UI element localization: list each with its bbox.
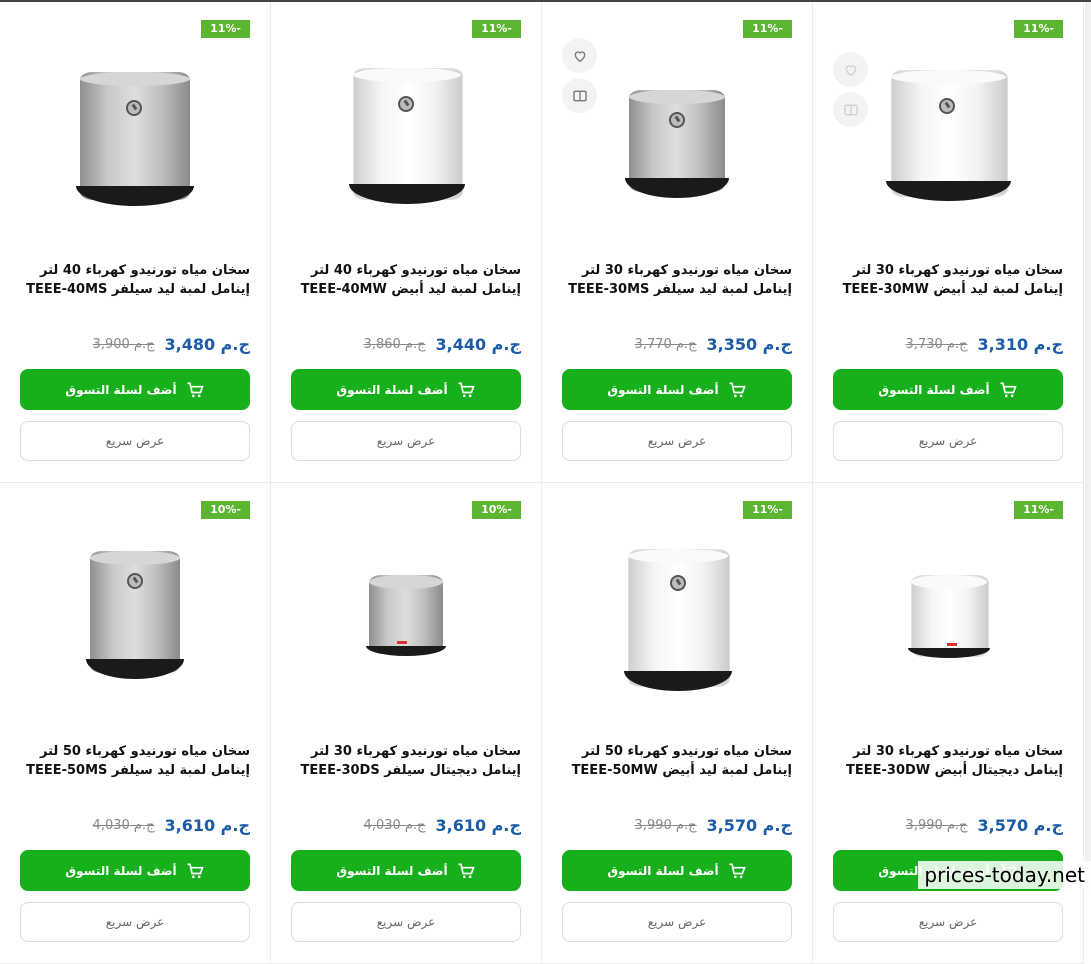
price-row: ج.م 3,570 ج.م 3,990 <box>560 813 792 837</box>
product-card[interactable]: 11%- سخان مياه تورنيدو كهرباء 30 لتر إين… <box>542 2 813 483</box>
add-to-cart-label: أضف لسلة التسوق <box>607 382 719 397</box>
price-row: ج.م 3,610 ج.م 4,030 <box>289 813 521 837</box>
cart-icon <box>187 382 204 397</box>
current-price: ج.م 3,570 <box>706 815 792 835</box>
current-price: ج.م 3,610 <box>435 815 521 835</box>
product-title[interactable]: سخان مياه تورنيدو كهرباء 30 لتر إينامل ل… <box>560 261 792 299</box>
watermark: prices-today.net <box>918 861 1091 889</box>
add-to-cart-label: أضف لسلة التسوق <box>65 863 177 878</box>
product-title[interactable]: سخان مياه تورنيدو كهرباء 50 لتر إينامل ل… <box>18 742 250 780</box>
add-to-cart-button[interactable]: أضف لسلة التسوق <box>20 850 250 891</box>
product-card[interactable]: 10%- سخان مياه تورنيدو كهرباء 50 لتر إين… <box>0 483 271 964</box>
quick-view-button[interactable]: عرض سريع <box>20 421 250 461</box>
scrollbar[interactable] <box>1085 2 1091 889</box>
product-title[interactable]: سخان مياه تورنيدو كهرباء 40 لتر إينامل ل… <box>289 261 521 299</box>
product-image[interactable] <box>625 90 729 198</box>
add-to-cart-label: أضف لسلة التسوق <box>336 863 448 878</box>
add-to-cart-button[interactable]: أضف لسلة التسوق <box>20 369 250 410</box>
quick-view-button[interactable]: عرض سريع <box>833 421 1063 461</box>
price-row: ج.م 3,350 ج.م 3,770 <box>560 332 792 356</box>
wishlist-button[interactable] <box>562 38 597 73</box>
discount-badge: 11%- <box>1014 501 1063 519</box>
discount-badge: 11%- <box>743 501 792 519</box>
discount-badge: 11%- <box>743 20 792 38</box>
current-price: ج.م 3,610 <box>164 815 250 835</box>
quick-view-button[interactable]: عرض سريع <box>20 902 250 942</box>
quick-view-button[interactable]: عرض سريع <box>833 902 1063 942</box>
old-price: ج.م 3,990 <box>905 817 968 833</box>
add-to-cart-button[interactable]: أضف لسلة التسوق <box>562 850 792 891</box>
current-price: ج.م 3,310 <box>977 334 1063 354</box>
cart-icon <box>458 382 475 397</box>
discount-badge: 10%- <box>201 501 250 519</box>
cart-icon <box>458 863 475 878</box>
product-title[interactable]: سخان مياه تورنيدو كهرباء 40 لتر إينامل ل… <box>18 261 250 299</box>
compare-icon <box>843 104 858 115</box>
cart-icon <box>729 382 746 397</box>
add-to-cart-label: أضف لسلة التسوق <box>65 382 177 397</box>
product-image[interactable] <box>907 575 991 658</box>
product-title[interactable]: سخان مياه تورنيدو كهرباء 30 لتر إينامل د… <box>289 742 521 780</box>
old-price: ج.م 3,770 <box>634 336 697 352</box>
quick-view-button[interactable]: عرض سريع <box>562 421 792 461</box>
add-to-cart-label: أضف لسلة التسوق <box>336 382 448 397</box>
discount-badge: 11%- <box>472 20 521 38</box>
quick-view-button[interactable]: عرض سريع <box>562 902 792 942</box>
add-to-cart-button[interactable]: أضف لسلة التسوق <box>833 369 1063 410</box>
add-to-cart-button[interactable]: أضف لسلة التسوق <box>562 369 792 410</box>
product-image[interactable] <box>75 72 195 206</box>
product-title[interactable]: سخان مياه تورنيدو كهرباء 30 لتر إينامل د… <box>831 742 1063 780</box>
product-card[interactable]: 11%- سخان مياه تورنيدو كهرباء 50 لتر إين… <box>542 483 813 964</box>
wishlist-button[interactable] <box>833 52 868 87</box>
discount-badge: 11%- <box>201 20 250 38</box>
product-image[interactable] <box>624 549 732 691</box>
product-image[interactable] <box>366 575 446 656</box>
cart-icon <box>1000 382 1017 397</box>
product-card[interactable]: 11%- سخان مياه تورنيدو كهرباء 40 لتر إين… <box>271 2 542 483</box>
current-price: ج.م 3,480 <box>164 334 250 354</box>
product-card[interactable]: 11%- سخان مياه تورنيدو كهرباء 30 لتر إين… <box>813 483 1084 964</box>
old-price: ج.م 3,860 <box>363 336 426 352</box>
quick-view-button[interactable]: عرض سريع <box>291 902 521 942</box>
current-price: ج.م 3,570 <box>977 815 1063 835</box>
price-row: ج.م 3,610 ج.م 4,030 <box>18 813 250 837</box>
old-price: ج.م 4,030 <box>363 817 426 833</box>
price-row: ج.م 3,310 ج.م 3,730 <box>831 332 1063 356</box>
product-title[interactable]: سخان مياه تورنيدو كهرباء 30 لتر إينامل ل… <box>831 261 1063 299</box>
cart-icon <box>187 863 204 878</box>
quick-view-button[interactable]: عرض سريع <box>291 421 521 461</box>
old-price: ج.م 3,990 <box>634 817 697 833</box>
heart-icon <box>574 50 585 62</box>
discount-badge: 11%- <box>1014 20 1063 38</box>
product-card[interactable]: 11%- سخان مياه تورنيدو كهرباء 30 لتر إين… <box>813 2 1084 483</box>
current-price: ج.م 3,440 <box>435 334 521 354</box>
old-price: ج.م 3,900 <box>92 336 155 352</box>
product-image[interactable] <box>348 68 466 204</box>
add-to-cart-button[interactable]: أضف لسلة التسوق <box>291 850 521 891</box>
discount-badge: 10%- <box>472 501 521 519</box>
cart-icon <box>729 863 746 878</box>
compare-icon <box>572 90 587 101</box>
old-price: ج.م 4,030 <box>92 817 155 833</box>
price-row: ج.م 3,440 ج.م 3,860 <box>289 332 521 356</box>
product-card[interactable]: 10%- سخان مياه تورنيدو كهرباء 30 لتر إين… <box>271 483 542 964</box>
heart-icon <box>845 64 856 76</box>
product-image[interactable] <box>86 551 184 679</box>
product-image[interactable] <box>886 70 1011 201</box>
compare-button[interactable] <box>562 78 597 113</box>
add-to-cart-button[interactable]: أضف لسلة التسوق <box>291 369 521 410</box>
product-card[interactable]: 11%- سخان مياه تورنيدو كهرباء 40 لتر إين… <box>0 2 271 483</box>
compare-button[interactable] <box>833 92 868 127</box>
product-title[interactable]: سخان مياه تورنيدو كهرباء 50 لتر إينامل ل… <box>560 742 792 780</box>
add-to-cart-label: أضف لسلة التسوق <box>607 863 719 878</box>
price-row: ج.م 3,570 ج.م 3,990 <box>831 813 1063 837</box>
add-to-cart-label: أضف لسلة التسوق <box>878 382 990 397</box>
price-row: ج.م 3,480 ج.م 3,900 <box>18 332 250 356</box>
product-grid: 11%- سخان مياه تورنيدو كهرباء 30 لتر إين… <box>0 2 1085 964</box>
current-price: ج.م 3,350 <box>706 334 792 354</box>
old-price: ج.م 3,730 <box>905 336 968 352</box>
